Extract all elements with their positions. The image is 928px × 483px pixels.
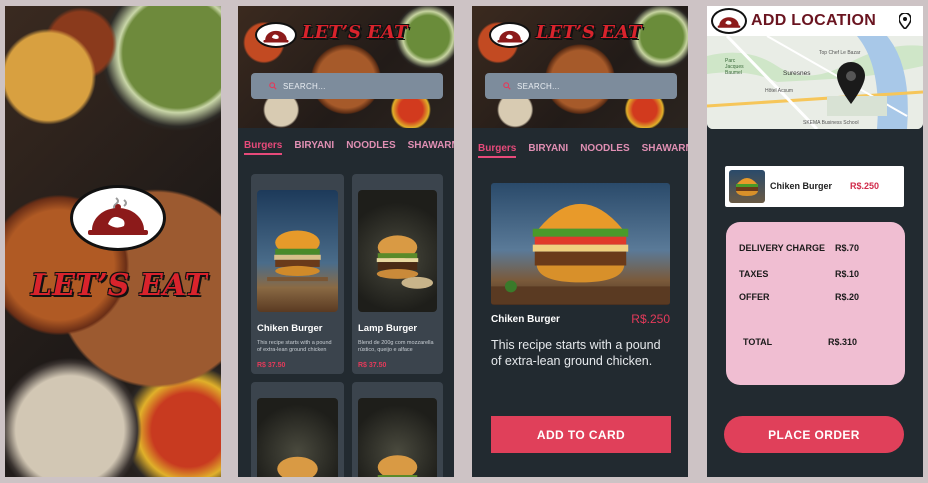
checkout-screen: Top Chef Le Bazar Parc Jacques Baumel Su… bbox=[707, 6, 923, 477]
summary-label: DELIVERY CHARGE bbox=[739, 243, 826, 253]
chef-cloche-logo-icon bbox=[263, 30, 289, 43]
product-image bbox=[358, 190, 437, 312]
summary-row-delivery: DELIVERY CHARGE R$.70 bbox=[739, 243, 891, 253]
tab-shawarma[interactable]: SHAWARMA bbox=[642, 143, 688, 158]
order-summary: DELIVERY CHARGE R$.70 TAXES R$.10 OFFER … bbox=[726, 222, 905, 385]
menu-screen: LET’S EAT SEARCH... Burgers BIRYANI NOOD… bbox=[238, 6, 454, 477]
product-image bbox=[257, 398, 338, 477]
burger-photo bbox=[267, 230, 328, 282]
tab-noodles[interactable]: NOODLES bbox=[580, 143, 629, 158]
tab-biryani[interactable]: BIRYANI bbox=[294, 140, 334, 155]
summary-row-taxes: TAXES R$.10 bbox=[739, 269, 891, 279]
category-tabs: Burgers BIRYANI NOODLES SHAWARMA bbox=[244, 140, 454, 155]
product-name: Chiken Burger bbox=[257, 323, 323, 334]
product-price: R$ 37.50 bbox=[257, 362, 286, 369]
summary-row-total: TOTAL R$.310 bbox=[743, 337, 884, 347]
location-pin-icon[interactable] bbox=[899, 13, 911, 29]
search-placeholder: SEARCH... bbox=[283, 81, 326, 91]
place-order-button[interactable]: PLACE ORDER bbox=[724, 416, 904, 453]
search-input[interactable]: SEARCH... bbox=[251, 73, 443, 99]
product-price: R$ 37.50 bbox=[358, 362, 387, 369]
brand-logo bbox=[70, 185, 166, 251]
splash-screen: LET’S EAT bbox=[5, 6, 221, 477]
cart-item-price: R$.250 bbox=[850, 181, 880, 191]
brand-logo bbox=[711, 8, 747, 34]
product-description: This recipe starts with a pound of extra… bbox=[257, 340, 332, 354]
map-label: SKEMA Business School bbox=[803, 120, 859, 126]
cart-item-thumbnail bbox=[729, 170, 765, 203]
search-icon bbox=[269, 82, 277, 90]
category-tabs: Burgers BIRYANI NOODLES SHAWARMA bbox=[478, 143, 688, 158]
search-placeholder: SEARCH... bbox=[517, 81, 560, 91]
summary-label: TAXES bbox=[739, 269, 769, 279]
map-label: Parc Jacques Baumel bbox=[725, 58, 744, 76]
product-detail-screen: LET’S EAT SEARCH... Burgers BIRYANI NOOD… bbox=[472, 6, 688, 477]
summary-label: OFFER bbox=[739, 292, 770, 302]
map-label: Suresnes bbox=[783, 70, 811, 77]
product-image bbox=[491, 183, 670, 305]
product-description: Blend de 200g com mozzarella rústico, qu… bbox=[358, 340, 434, 354]
tab-burgers[interactable]: Burgers bbox=[478, 143, 517, 158]
chef-cloche-logo-icon bbox=[497, 30, 523, 43]
map-label: Top Chef Le Bazar bbox=[819, 50, 861, 56]
product-card-chiken-burger[interactable]: Chiken Burger This recipe starts with a … bbox=[251, 174, 344, 374]
map-marker-icon bbox=[837, 62, 865, 104]
tab-noodles[interactable]: NOODLES bbox=[346, 140, 395, 155]
burger-photo bbox=[376, 235, 434, 289]
product-image bbox=[257, 190, 338, 312]
search-icon bbox=[503, 82, 511, 90]
tab-burgers[interactable]: Burgers bbox=[244, 140, 283, 155]
product-card[interactable] bbox=[352, 382, 443, 477]
summary-value: R$.70 bbox=[835, 243, 860, 253]
burger-photo bbox=[736, 178, 758, 196]
tab-biryani[interactable]: BIRYANI bbox=[528, 143, 568, 158]
product-name: Lamp Burger bbox=[358, 323, 418, 334]
summary-row-offer: OFFER R$.20 bbox=[739, 292, 891, 302]
page-title: ADD LOCATION bbox=[751, 12, 877, 29]
search-input[interactable]: SEARCH... bbox=[485, 73, 677, 99]
map-label: Hôtel Acsum bbox=[765, 88, 794, 94]
burger-photo bbox=[491, 203, 670, 305]
summary-label: TOTAL bbox=[743, 337, 773, 347]
burger-photo bbox=[277, 456, 318, 477]
brand-logo bbox=[489, 22, 531, 48]
product-card-lamp-burger[interactable]: Lamp Burger Blend de 200g com mozzarella… bbox=[352, 174, 443, 374]
cart-item[interactable]: Chiken Burger R$.250 bbox=[725, 166, 904, 207]
brand-logo bbox=[255, 22, 297, 48]
summary-value: R$.20 bbox=[835, 292, 860, 302]
chef-cloche-logo-icon bbox=[717, 17, 741, 28]
summary-value: R$.310 bbox=[828, 337, 858, 347]
summary-value: R$.10 bbox=[835, 269, 860, 279]
brand-title: LET’S EAT bbox=[536, 22, 642, 43]
product-card[interactable] bbox=[251, 382, 344, 477]
chef-cloche-logo-icon bbox=[88, 197, 148, 235]
product-description: This recipe starts with a pound of extra… bbox=[491, 338, 661, 369]
product-price: R$.250 bbox=[631, 312, 670, 326]
brand-title: LET’S EAT bbox=[302, 22, 408, 43]
product-name: Chiken Burger bbox=[491, 314, 560, 325]
brand-title: LET’S EAT bbox=[31, 268, 207, 303]
burger-photo bbox=[377, 455, 418, 477]
cart-item-name: Chiken Burger bbox=[770, 181, 833, 191]
add-to-card-button[interactable]: ADD TO CARD bbox=[491, 416, 671, 453]
checkout-header: ADD LOCATION bbox=[707, 6, 923, 36]
product-image bbox=[358, 398, 437, 477]
tab-shawarma[interactable]: SHAWARMA bbox=[408, 140, 454, 155]
